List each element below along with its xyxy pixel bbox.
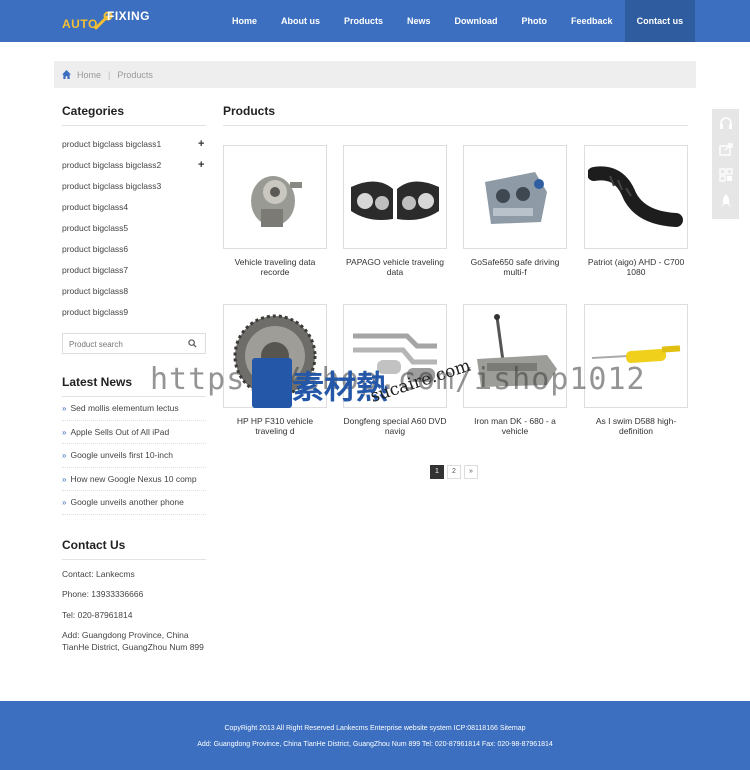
product-image-rubber-hose[interactable] bbox=[584, 145, 688, 249]
bullet-icon: » bbox=[62, 474, 67, 484]
category-label: product bigclass6 bbox=[62, 244, 129, 254]
category-item[interactable]: product bigclass bigclass3 bbox=[62, 176, 206, 197]
categories-title: Categories bbox=[62, 104, 206, 126]
breadcrumb-separator: | bbox=[108, 69, 111, 80]
nav-contact[interactable]: Contact us bbox=[624, 0, 696, 42]
site-logo[interactable]: AUTO FIXING bbox=[62, 8, 154, 34]
product-caption[interactable]: Dongfeng special A60 DVD navig bbox=[343, 416, 447, 438]
category-item[interactable]: product bigclass4 bbox=[62, 197, 206, 218]
contact-person: Contact: Lankecms bbox=[62, 568, 135, 579]
news-link[interactable]: How new Google Nexus 10 comp bbox=[70, 474, 196, 484]
logo-word-fixing: FIXING bbox=[107, 9, 151, 23]
home-icon bbox=[62, 70, 71, 79]
category-item[interactable]: product bigclass bigclass1 + bbox=[62, 134, 206, 155]
watermark-logo bbox=[252, 358, 292, 408]
bullet-icon: » bbox=[62, 451, 67, 460]
breadcrumb: Home | Products bbox=[54, 61, 696, 88]
category-item[interactable]: product bigclass bigclass2 + bbox=[62, 155, 206, 176]
headset-icon[interactable] bbox=[718, 115, 734, 131]
news-link[interactable]: Sed mollis elementum lectus bbox=[70, 403, 178, 413]
floating-toolbar bbox=[712, 109, 739, 219]
page-1[interactable]: 1 bbox=[430, 465, 444, 479]
product-caption[interactable]: As I swim D588 high-definition bbox=[584, 416, 688, 438]
category-label: product bigclass bigclass1 bbox=[62, 139, 162, 149]
category-list: product bigclass bigclass1 + product bigc… bbox=[62, 134, 206, 323]
contact-address: Add: Guangdong Province, China TianHe Di… bbox=[62, 630, 204, 652]
category-item[interactable]: product bigclass9 bbox=[62, 302, 206, 323]
bullet-icon: » bbox=[62, 404, 67, 413]
footer-address: Add: Guangdong Province, China TianHe Di… bbox=[197, 741, 553, 748]
nav-photo[interactable]: Photo bbox=[510, 0, 560, 42]
product-card[interactable]: Patriot (aigo) AHD - C700 1080 bbox=[584, 145, 688, 279]
news-link[interactable]: Google unveils first 10-inch bbox=[70, 450, 173, 460]
product-caption[interactable]: GoSafe650 safe driving multi-f bbox=[463, 257, 567, 279]
contact-phone: Phone: 13933336666 bbox=[62, 589, 144, 599]
breadcrumb-home[interactable]: Home bbox=[77, 70, 101, 80]
category-item[interactable]: product bigclass5 bbox=[62, 218, 206, 239]
category-label: product bigclass5 bbox=[62, 223, 129, 233]
category-item[interactable]: product bigclass7 bbox=[62, 260, 206, 281]
news-item[interactable]: » How new Google Nexus 10 comp bbox=[62, 468, 206, 491]
product-search bbox=[62, 333, 206, 354]
product-card[interactable]: Vehicle traveling data recorde bbox=[223, 145, 327, 279]
nav-news[interactable]: News bbox=[395, 0, 443, 42]
product-caption[interactable]: Vehicle traveling data recorde bbox=[223, 257, 327, 279]
category-label: product bigclass bigclass2 bbox=[62, 160, 162, 170]
contact-tel: Tel: 020-87961814 bbox=[62, 609, 133, 620]
site-header: AUTO FIXING Home About us Products News … bbox=[0, 0, 750, 42]
bullet-icon: » bbox=[62, 498, 67, 507]
main-nav: Home About us Products News Download Pho… bbox=[220, 0, 696, 42]
breadcrumb-current: Products bbox=[117, 69, 153, 80]
bullet-icon: » bbox=[62, 427, 67, 437]
news-item[interactable]: » Apple Sells Out of All iPad bbox=[62, 421, 206, 444]
qrcode-icon[interactable] bbox=[718, 167, 734, 183]
category-label: product bigclass9 bbox=[62, 307, 129, 317]
product-caption[interactable]: Patriot (aigo) AHD - C700 1080 bbox=[584, 257, 688, 279]
category-label: product bigclass bigclass3 bbox=[62, 181, 162, 191]
footer-copyright: CopyRight 2013 All Right Reserved Lankec… bbox=[224, 725, 526, 732]
category-label: product bigclass4 bbox=[62, 202, 129, 212]
news-item[interactable]: » Sed mollis elementum lectus bbox=[62, 397, 206, 421]
news-item[interactable]: » Google unveils first 10-inch bbox=[62, 444, 206, 468]
nav-feedback[interactable]: Feedback bbox=[559, 0, 625, 42]
news-list: » Sed mollis elementum lectus » Apple Sell… bbox=[62, 397, 206, 515]
product-grid: Vehicle traveling data recorde PAPAGO ve… bbox=[223, 145, 688, 465]
share-icon[interactable] bbox=[718, 141, 734, 157]
contact-info: Contact: Lankecms Phone: 13933336666 Tel… bbox=[62, 568, 206, 654]
site-footer: CopyRight 2013 All Right Reserved Lankec… bbox=[0, 701, 750, 770]
rocket-icon[interactable] bbox=[718, 193, 734, 209]
product-caption[interactable]: Iron man DK - 680 - a vehicle bbox=[463, 416, 567, 438]
product-image-engine-gearbox[interactable] bbox=[223, 145, 327, 249]
news-item[interactable]: » Google unveils another phone bbox=[62, 491, 206, 515]
product-card[interactable]: PAPAGO vehicle traveling data bbox=[343, 145, 447, 279]
product-image-engine-block[interactable] bbox=[463, 145, 567, 249]
news-link[interactable]: Google unveils another phone bbox=[70, 497, 183, 507]
nav-home[interactable]: Home bbox=[220, 0, 269, 42]
category-label: product bigclass7 bbox=[62, 265, 129, 275]
page-2[interactable]: 2 bbox=[447, 465, 461, 479]
page-next[interactable]: » bbox=[464, 465, 478, 479]
nav-download[interactable]: Download bbox=[443, 0, 510, 42]
contact-title: Contact Us bbox=[62, 538, 206, 560]
product-card[interactable]: GoSafe650 safe driving multi-f bbox=[463, 145, 567, 279]
search-icon[interactable] bbox=[188, 339, 197, 348]
category-item[interactable]: product bigclass8 bbox=[62, 281, 206, 302]
product-caption[interactable]: HP HP F310 vehicle traveling d bbox=[223, 416, 327, 438]
product-caption[interactable]: PAPAGO vehicle traveling data bbox=[343, 257, 447, 279]
main-content: Products Vehicle traveling data recorde … bbox=[223, 104, 688, 465]
category-item[interactable]: product bigclass6 bbox=[62, 239, 206, 260]
page-title: Products bbox=[223, 104, 688, 126]
category-label: product bigclass8 bbox=[62, 286, 129, 296]
search-input[interactable] bbox=[63, 335, 181, 354]
expand-plus-icon[interactable]: + bbox=[198, 155, 206, 176]
nav-products[interactable]: Products bbox=[332, 0, 395, 42]
news-link[interactable]: Apple Sells Out of All iPad bbox=[70, 427, 169, 437]
product-image-headlights[interactable] bbox=[343, 145, 447, 249]
nav-about[interactable]: About us bbox=[269, 0, 332, 42]
pagination: 1 2 » bbox=[430, 465, 478, 479]
expand-plus-icon[interactable]: + bbox=[198, 134, 206, 155]
